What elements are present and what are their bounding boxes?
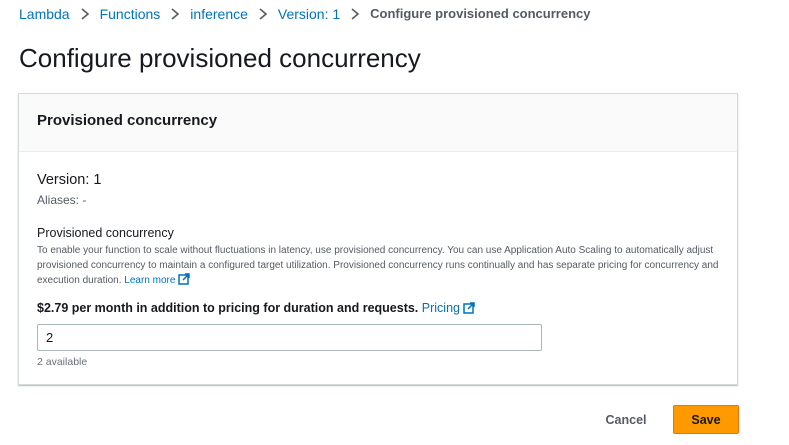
cancel-button[interactable]: Cancel <box>598 405 654 434</box>
pricing-link[interactable]: Pricing <box>422 301 475 315</box>
available-hint: 2 available <box>37 356 88 368</box>
aliases-text: Aliases: - <box>37 193 87 207</box>
chevron-right-icon <box>350 8 360 20</box>
breadcrumb: Lambda Functions inference Version: 1 Co… <box>19 6 590 22</box>
chevron-right-icon <box>258 8 268 20</box>
breadcrumb-inference[interactable]: inference <box>190 6 248 22</box>
chevron-right-icon <box>80 8 90 20</box>
price-text: $2.79 per month in addition to pricing f… <box>37 301 419 315</box>
save-button[interactable]: Save <box>673 405 739 434</box>
external-link-icon <box>463 302 475 318</box>
pricing-label: Pricing <box>421 301 460 315</box>
panel-title: Provisioned concurrency <box>37 112 218 129</box>
external-link-icon <box>178 273 191 291</box>
field-description: To enable your function to scale without… <box>37 244 727 291</box>
breadcrumb-current: Configure provisioned concurrency <box>370 6 591 21</box>
field-label: Provisioned concurrency <box>37 226 174 240</box>
learn-more-label: Learn more <box>124 275 176 286</box>
breadcrumb-functions[interactable]: Functions <box>100 6 161 22</box>
breadcrumb-version[interactable]: Version: 1 <box>278 6 340 22</box>
pricing-line: $2.79 per month in addition to pricing f… <box>37 300 475 318</box>
provisioned-concurrency-panel: Provisioned concurrency Version: 1 Alias… <box>18 93 738 385</box>
breadcrumb-lambda[interactable]: Lambda <box>19 6 70 22</box>
provisioned-concurrency-input[interactable] <box>37 324 542 351</box>
version-text: Version: 1 <box>37 172 102 188</box>
chevron-right-icon <box>170 8 180 20</box>
learn-more-link[interactable]: Learn more <box>124 273 191 286</box>
page: Lambda Functions inference Version: 1 Co… <box>0 0 789 445</box>
page-title: Configure provisioned concurrency <box>19 43 421 73</box>
